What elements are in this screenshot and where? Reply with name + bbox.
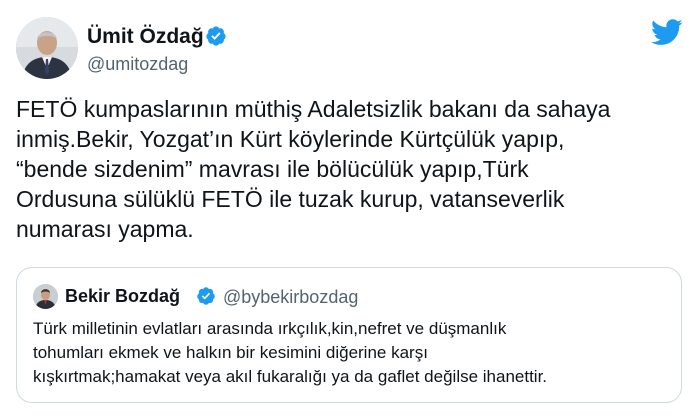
quoted-tweet-text-line: Türk milletinin evlatları arasında ırkçı…	[33, 319, 507, 338]
quoted-author-avatar-image	[33, 284, 58, 309]
author-handle[interactable]: @umitozdag	[87, 54, 188, 75]
tweet-text: FETÖ kumpaslarının müthiş Adaletsizlik b…	[16, 94, 686, 244]
quoted-tweet-text: Türk milletinin evlatları arasında ırkçı…	[33, 317, 673, 389]
tweet-text-line: FETÖ kumpaslarının müthiş Adaletsizlik b…	[16, 96, 611, 122]
author-display-name[interactable]: Ümit Özdağ	[87, 25, 204, 49]
quoted-author-avatar[interactable]	[33, 284, 58, 309]
tweet-text-line: “bende sizdenim” mavrası ile bölücülük y…	[16, 156, 529, 182]
tweet-text-line: Ordusuna sülüklü FETÖ ile tuzak kurup, v…	[16, 186, 565, 212]
tweet-text-line: numarası yapma.	[16, 216, 194, 242]
tweet-text-line: inmiş.Bekir, Yozgat’ın Kürt köylerinde K…	[16, 126, 565, 152]
verified-badge-icon	[206, 26, 226, 46]
author-avatar[interactable]	[16, 17, 78, 79]
quoted-author-handle[interactable]: @bybekirbozdag	[223, 287, 358, 308]
quoted-tweet-text-line: tohumları ekmek ve halkın bir kesimini d…	[33, 343, 428, 362]
verified-badge-icon	[197, 287, 215, 305]
twitter-bird-icon[interactable]	[651, 19, 683, 46]
author-avatar-image	[16, 17, 78, 79]
quoted-tweet-card[interactable]: Bekir Bozdağ @bybekirbozdag Türk milleti…	[16, 267, 682, 403]
quoted-tweet-text-line: kışkırtmak;hamakat veya akıl fukaralığı …	[33, 367, 548, 386]
quoted-author-display-name[interactable]: Bekir Bozdağ	[65, 286, 180, 307]
